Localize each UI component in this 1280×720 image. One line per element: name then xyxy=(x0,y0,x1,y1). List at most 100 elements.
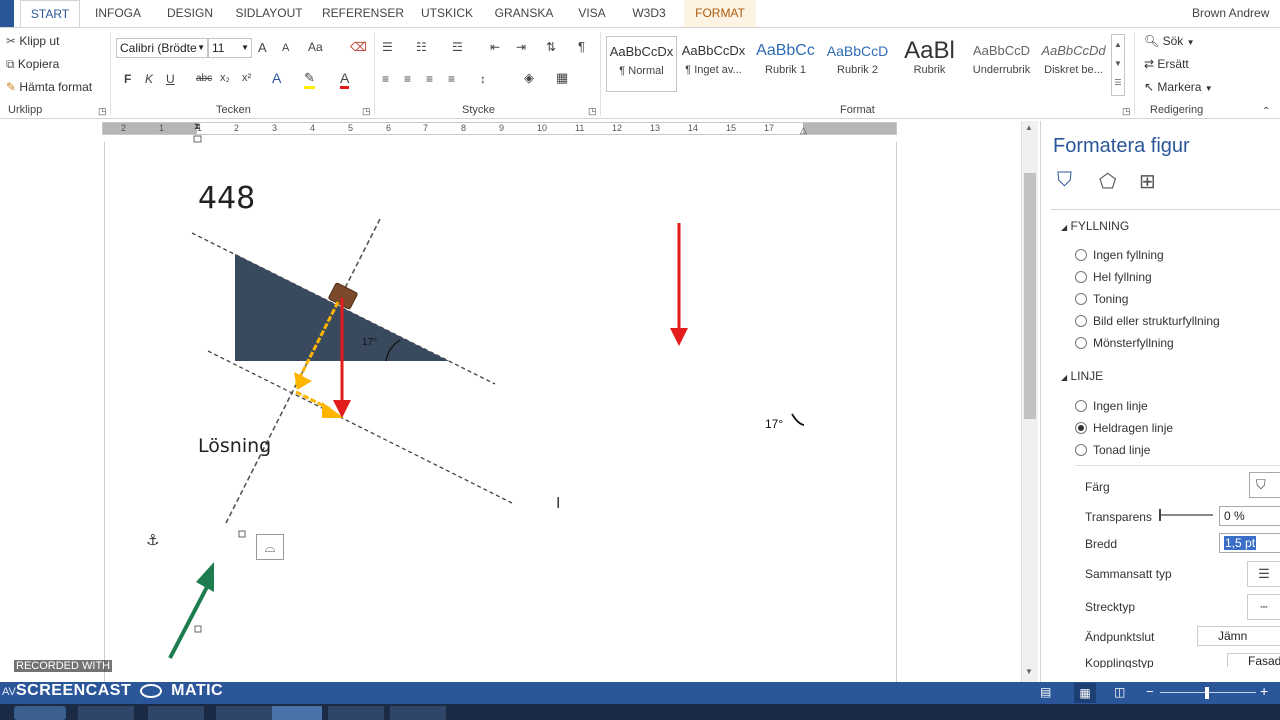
radio-gradient-line[interactable] xyxy=(1075,444,1087,456)
os-taskbar xyxy=(0,704,1280,720)
taskbar-app-word[interactable] xyxy=(272,706,322,720)
format-shape-pane: Formatera figur ⛉ ⬠ ⊞ ◢ FYLLNING Ingen f… xyxy=(1040,121,1280,682)
compound-type-label: Sammansatt typ xyxy=(1085,567,1172,581)
no-line-label[interactable]: Ingen linje xyxy=(1093,399,1148,413)
radio-no-fill[interactable] xyxy=(1075,249,1087,261)
paint-bucket-icon: ⛉ xyxy=(1256,477,1266,492)
arrowhead-red-2 xyxy=(670,328,688,346)
join-type-dropdown[interactable]: Fasad xyxy=(1227,653,1280,667)
zoom-slider-thumb[interactable] xyxy=(1205,687,1209,699)
taskbar-app[interactable] xyxy=(78,706,134,720)
watermark-brand: SCREENCAST MATIC xyxy=(16,682,223,700)
screencast-logo-icon xyxy=(140,683,163,698)
transparency-slider-thumb[interactable] xyxy=(1159,509,1161,521)
select-button[interactable]: ↖ Markera ▼ xyxy=(1144,80,1213,94)
select-label: Markera xyxy=(1157,80,1202,94)
color-picker-button[interactable]: ⛉ xyxy=(1249,472,1280,498)
compound-type-dropdown[interactable]: ☰ xyxy=(1247,561,1280,587)
fill-line-tab-icon[interactable]: ⛉ xyxy=(1057,169,1072,192)
dashed-lines-icon: ┅ xyxy=(1260,600,1268,614)
pane-divider xyxy=(1051,209,1280,210)
chevron-down-icon: ▼ xyxy=(1186,38,1195,47)
angle-arc-standalone[interactable] xyxy=(791,413,805,426)
pane-title: Formatera figur xyxy=(1053,135,1190,157)
user-name[interactable]: Brown Andrew xyxy=(1192,6,1269,20)
pattern-fill-label[interactable]: Mönsterfyllning xyxy=(1093,336,1174,350)
gradient-fill-label[interactable]: Toning xyxy=(1093,292,1128,306)
dashed-line-bottom[interactable] xyxy=(207,350,513,504)
replace-label: Ersätt xyxy=(1157,57,1189,71)
watermark: RECORDED WITH xyxy=(14,660,113,672)
angle-label-small: 17° xyxy=(362,337,378,348)
selection-handle[interactable] xyxy=(193,135,202,143)
no-fill-label[interactable]: Ingen fyllning xyxy=(1093,248,1164,262)
dialog-launcher-icon[interactable]: ◳ xyxy=(1122,106,1131,117)
taskbar-app[interactable] xyxy=(216,706,272,720)
green-arrow[interactable] xyxy=(168,584,210,659)
angle-label[interactable]: 17° xyxy=(765,417,783,431)
taskbar-app[interactable] xyxy=(328,706,384,720)
problem-number: 448 xyxy=(198,181,256,216)
cap-type-label: Ändpunktslut xyxy=(1085,630,1155,644)
group-separator xyxy=(1134,32,1135,116)
scroll-down-icon[interactable]: ▼ xyxy=(1025,667,1033,676)
line-header: LINJE xyxy=(1070,369,1104,383)
gradient-line-label[interactable]: Tonad linje xyxy=(1093,443,1150,457)
status-page-info[interactable]: AV xyxy=(2,686,16,698)
style-subtle-emphasis[interactable]: AaBbCcDd Diskret be... xyxy=(1038,36,1109,92)
watermark-line1: RECORDED WITH xyxy=(14,660,113,672)
scroll-thumb[interactable] xyxy=(1024,173,1036,419)
line-section-toggle[interactable]: ◢ LINJE xyxy=(1061,369,1103,383)
zoom-in-icon[interactable]: + xyxy=(1260,683,1268,699)
cap-type-dropdown[interactable]: Jämn xyxy=(1197,626,1280,646)
width-input[interactable]: 1,5 pt xyxy=(1219,533,1280,553)
zoom-out-icon[interactable]: − xyxy=(1146,684,1154,699)
radio-picture-fill[interactable] xyxy=(1075,315,1087,327)
radio-no-line[interactable] xyxy=(1075,400,1087,412)
gallery-scroll[interactable]: ▲ ▼ ☰ xyxy=(1111,34,1125,96)
selection-handle[interactable] xyxy=(238,530,246,538)
effects-tab-icon[interactable]: ⬠ xyxy=(1099,169,1116,194)
radio-gradient-fill[interactable] xyxy=(1075,293,1087,305)
scroll-up-icon[interactable]: ▲ xyxy=(1025,123,1033,132)
vertical-scrollbar[interactable]: ▲ ▼ xyxy=(1021,121,1038,682)
start-button[interactable] xyxy=(14,706,66,720)
dash-type-dropdown[interactable]: ┅ xyxy=(1247,594,1280,620)
pane-divider xyxy=(1075,465,1280,466)
status-bar: AV SCREENCAST MATIC ▤ ▦ ◫ − + xyxy=(0,682,1280,704)
radio-pattern-fill[interactable] xyxy=(1075,337,1087,349)
style-preview: AaBbCcDd xyxy=(1041,43,1106,58)
solid-fill-label[interactable]: Hel fyllning xyxy=(1093,270,1152,284)
selection-handle[interactable] xyxy=(194,625,202,633)
transparency-input[interactable]: 0 % xyxy=(1219,506,1280,526)
solid-line-label[interactable]: Heldragen linje xyxy=(1093,421,1173,435)
find-button[interactable]: 🔍︎ Sök ▼ xyxy=(1144,34,1195,48)
transparency-slider[interactable] xyxy=(1159,514,1213,516)
taskbar-app[interactable] xyxy=(390,706,446,720)
collapse-icon: ◢ xyxy=(1061,223,1068,232)
watermark-line2: SCREENCAST xyxy=(16,682,132,699)
print-layout-icon[interactable]: ▦ xyxy=(1074,683,1096,703)
collapse-ribbon-icon[interactable]: ⌃ xyxy=(1262,106,1270,117)
radio-solid-line[interactable] xyxy=(1075,422,1087,434)
layout-options-icon[interactable]: ⌓ xyxy=(256,534,284,560)
solution-heading: Lösning xyxy=(198,435,272,457)
read-mode-icon[interactable]: ▤ xyxy=(1040,685,1051,699)
replace-button[interactable]: ⇄ Ersätt xyxy=(1144,57,1189,71)
taskbar-app[interactable] xyxy=(148,706,204,720)
lines-icon: ☰ xyxy=(1258,566,1270,581)
editing-group-label: Redigering xyxy=(1150,104,1204,116)
arrowhead-orange-1 xyxy=(294,372,312,390)
transparency-label: Transparens xyxy=(1085,510,1152,524)
fill-section-toggle[interactable]: ◢ FYLLNING xyxy=(1061,219,1129,233)
layout-tab-icon[interactable]: ⊞ xyxy=(1139,169,1156,194)
collapse-icon: ◢ xyxy=(1061,373,1068,382)
picture-fill-label[interactable]: Bild eller strukturfyllning xyxy=(1093,314,1220,328)
web-layout-icon[interactable]: ◫ xyxy=(1114,685,1125,699)
drawing-canvas xyxy=(168,135,805,659)
find-label: Sök xyxy=(1162,34,1184,48)
anchor-icon: ⚓︎ xyxy=(146,532,160,549)
radio-solid-fill[interactable] xyxy=(1075,271,1087,283)
replace-icon: ⇄ xyxy=(1144,57,1155,71)
join-type-label: Kopplingstyp xyxy=(1085,656,1154,668)
